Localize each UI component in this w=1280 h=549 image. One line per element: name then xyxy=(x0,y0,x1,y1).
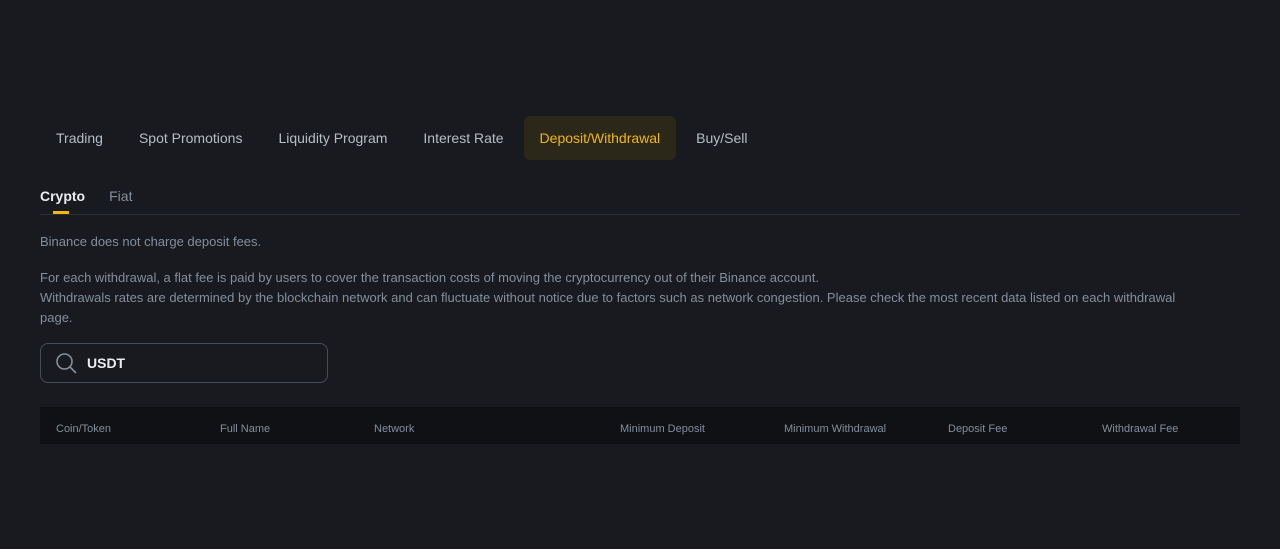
fee-table-header: Coin/Token Full Name Network Minimum Dep… xyxy=(40,407,1240,444)
column-header-minimum-withdrawal[interactable]: Minimum Withdrawal xyxy=(784,407,886,451)
column-header-deposit-fee[interactable]: Deposit Fee xyxy=(948,407,1007,451)
tab-deposit-withdrawal[interactable]: Deposit/Withdrawal xyxy=(523,116,677,160)
withdrawal-note-line-1: For each withdrawal, a flat fee is paid … xyxy=(40,270,819,285)
column-header-full-name[interactable]: Full Name xyxy=(220,407,270,451)
deposit-fee-note: Binance does not charge deposit fees. xyxy=(40,234,262,249)
tab-liquidity-program[interactable]: Liquidity Program xyxy=(262,116,403,160)
fee-category-tabs: Trading Spot Promotions Liquidity Progra… xyxy=(40,116,768,160)
coin-search-box[interactable] xyxy=(40,343,328,383)
tab-interest-rate[interactable]: Interest Rate xyxy=(407,116,519,160)
tab-fiat[interactable]: Fiat xyxy=(109,186,132,214)
tab-buy-sell[interactable]: Buy/Sell xyxy=(680,116,763,160)
asset-type-tabs: Crypto Fiat xyxy=(40,186,1240,215)
tab-spot-promotions[interactable]: Spot Promotions xyxy=(123,116,259,160)
fee-schedule-page: Trading Spot Promotions Liquidity Progra… xyxy=(0,0,1280,549)
tab-trading[interactable]: Trading xyxy=(40,116,119,160)
search-icon xyxy=(55,352,77,374)
withdrawal-fee-note: For each withdrawal, a flat fee is paid … xyxy=(40,268,1200,328)
column-header-network[interactable]: Network xyxy=(374,407,414,451)
column-header-coin-token[interactable]: Coin/Token xyxy=(56,407,111,451)
withdrawal-note-line-2: Withdrawals rates are determined by the … xyxy=(40,290,1176,325)
column-header-withdrawal-fee[interactable]: Withdrawal Fee xyxy=(1102,407,1178,451)
search-input[interactable] xyxy=(87,355,327,371)
column-header-minimum-deposit[interactable]: Minimum Deposit xyxy=(620,407,705,451)
tab-crypto[interactable]: Crypto xyxy=(40,186,85,214)
